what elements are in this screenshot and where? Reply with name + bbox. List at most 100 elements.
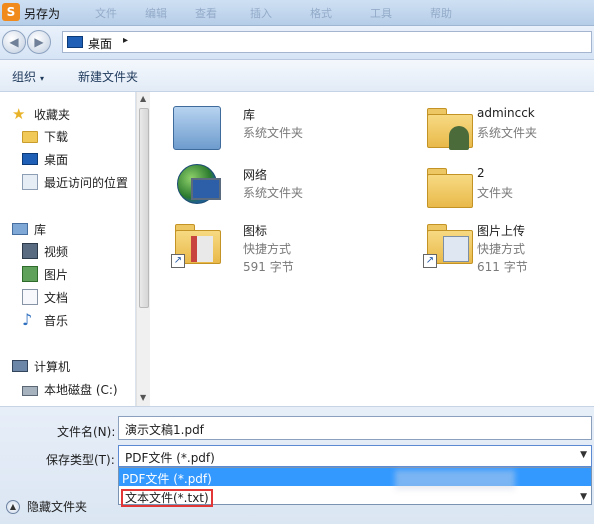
- library-icon: [12, 223, 28, 235]
- sidebar-item-label: 收藏夹: [34, 107, 71, 122]
- sidebar-item-pictures[interactable]: 图片: [22, 264, 68, 284]
- filetype-option-pdf[interactable]: PDF文件 (*.pdf): [119, 468, 591, 486]
- library-folder-icon: [169, 100, 225, 156]
- sidebar-item-label: 桌面: [44, 152, 69, 167]
- chevron-down-icon[interactable]: ▼: [580, 450, 587, 460]
- sidebar-item-music[interactable]: 音乐: [22, 310, 68, 330]
- sidebar-item-videos[interactable]: 视频: [22, 241, 68, 261]
- file-list-scrollbar[interactable]: [584, 92, 594, 406]
- file-type: 快捷方式: [477, 242, 526, 256]
- chevron-down-icon[interactable]: ▼: [580, 492, 587, 502]
- file-item-icons-shortcut[interactable]: ↗ 图标 快捷方式 591 字节: [169, 216, 369, 286]
- file-list: 库 系统文件夹 admincck 系统文件夹 网络 系统文件夹 2 文件夹 ↗ …: [151, 92, 594, 406]
- sidebar-item-local-disk[interactable]: 本地磁盘 (C:): [22, 379, 118, 399]
- hide-folders-toggle[interactable]: ▲ 隐藏文件夹: [6, 498, 87, 515]
- window-title: 另存为: [24, 7, 61, 21]
- filename-input[interactable]: 演示文稿1.pdf: [118, 416, 592, 440]
- scrollbar-thumb[interactable]: [139, 108, 149, 308]
- disk-icon: [22, 386, 38, 396]
- back-button[interactable]: ◀: [2, 30, 26, 54]
- sidebar-item-desktop[interactable]: 桌面: [22, 149, 68, 169]
- music-icon: [22, 312, 38, 328]
- ghost-menu-insert: 插入: [250, 7, 272, 20]
- filetype-selected-value: PDF文件 (*.pdf): [125, 451, 215, 465]
- sidebar-item-computer[interactable]: 计算机: [12, 356, 70, 376]
- arrow-left-icon: ◀: [9, 35, 19, 49]
- recent-places-icon: [22, 174, 38, 190]
- filetype-select[interactable]: PDF文件 (*.pdf) ▼: [118, 445, 592, 467]
- computer-icon: [12, 360, 28, 372]
- file-size: 611 字节: [477, 260, 528, 274]
- file-type: 系统文件夹: [243, 126, 304, 140]
- file-name: 图片上传: [477, 224, 526, 238]
- new-folder-button[interactable]: 新建文件夹: [78, 68, 138, 85]
- address-field[interactable]: 桌面 ▸: [62, 31, 592, 53]
- navigation-scrollbar[interactable]: ▲ ▼: [136, 92, 150, 406]
- folder-icon: [421, 160, 477, 216]
- filetype-dropdown-list: PDF文件 (*.pdf) 文本文件(*.txt) ▼: [118, 467, 592, 507]
- sidebar-item-label: 库: [34, 222, 47, 237]
- title-bar: S 另存为 文件 编辑 查看 插入 格式 工具 帮助: [0, 0, 594, 26]
- file-size: 591 字节: [243, 260, 294, 274]
- file-name: admincck: [477, 106, 535, 120]
- folder-icon: [22, 131, 38, 143]
- toolbar: 组织 ▾ 新建文件夹: [0, 60, 594, 92]
- app-icon: S: [2, 3, 20, 21]
- collapse-up-icon: ▲: [6, 499, 20, 514]
- sidebar-item-favorites[interactable]: 收藏夹: [12, 104, 70, 124]
- ghost-menu-help: 帮助: [430, 7, 452, 20]
- ghost-menu-edit: 编辑: [145, 7, 167, 20]
- arrow-right-icon: ▶: [34, 35, 44, 49]
- hide-folders-label: 隐藏文件夹: [27, 500, 88, 514]
- file-name: 2: [477, 166, 485, 180]
- file-type: 快捷方式: [243, 242, 292, 256]
- ghost-menu-tools: 工具: [370, 7, 392, 20]
- forward-button[interactable]: ▶: [27, 30, 51, 54]
- organize-button[interactable]: 组织 ▾: [12, 68, 44, 85]
- star-icon: [12, 106, 28, 122]
- sidebar-item-label: 计算机: [34, 359, 71, 374]
- address-bar: ◀ ▶ 桌面 ▸: [0, 26, 594, 60]
- desktop-icon: [67, 36, 83, 48]
- file-item-image-upload-shortcut[interactable]: ↗ 图片上传 快捷方式 611 字节: [421, 216, 594, 286]
- sidebar-item-libraries[interactable]: 库: [12, 219, 46, 239]
- filetype-label: 保存类型(T):: [46, 453, 115, 467]
- picture-icon: [22, 266, 38, 282]
- ghost-menu-format: 格式: [310, 7, 332, 20]
- file-type: 文件夹: [477, 186, 514, 200]
- desktop-icon: [22, 153, 38, 165]
- filetype-option-txt[interactable]: 文本文件(*.txt): [119, 487, 591, 507]
- navigation-pane: 收藏夹 下载 桌面 最近访问的位置 库 视频 图片 文档 音乐 计算机 本地磁盘…: [0, 92, 136, 406]
- scroll-down-icon[interactable]: ▼: [140, 393, 146, 402]
- sidebar-item-label: 文档: [44, 290, 69, 305]
- sidebar-item-recent[interactable]: 最近访问的位置: [22, 172, 128, 192]
- user-folder-icon: [421, 100, 477, 156]
- chevron-down-icon: ▾: [40, 74, 45, 83]
- sidebar-item-label: 下载: [44, 129, 69, 144]
- sidebar-item-downloads[interactable]: 下载: [22, 126, 68, 146]
- file-name: 图标: [243, 224, 268, 238]
- ghost-menu-view: 查看: [195, 7, 217, 20]
- blur-artifact: [395, 470, 515, 490]
- sidebar-item-label: 视频: [44, 244, 69, 259]
- file-name: 网络: [243, 168, 268, 182]
- filename-label: 文件名(N):: [57, 425, 116, 439]
- network-globe-icon: [169, 160, 225, 216]
- ghost-menu-file: 文件: [95, 7, 117, 20]
- breadcrumb-desktop[interactable]: 桌面: [88, 35, 112, 52]
- scroll-up-icon[interactable]: ▲: [140, 94, 146, 103]
- document-icon: [22, 289, 38, 305]
- shortcut-folder-icon: ↗: [169, 216, 225, 272]
- file-type: 系统文件夹: [477, 126, 538, 140]
- sidebar-item-label: 本地磁盘 (C:): [44, 382, 118, 397]
- organize-label: 组织: [12, 70, 37, 84]
- sidebar-item-label: 图片: [44, 267, 69, 282]
- file-name: 库: [243, 108, 256, 122]
- sidebar-item-label: 音乐: [44, 313, 69, 328]
- breadcrumb-chevron-icon[interactable]: ▸: [123, 35, 128, 46]
- video-icon: [22, 243, 38, 259]
- file-type: 系统文件夹: [243, 186, 304, 200]
- sidebar-item-documents[interactable]: 文档: [22, 287, 68, 307]
- shortcut-folder-icon: ↗: [421, 216, 477, 272]
- save-form: 文件名(N): 演示文稿1.pdf 保存类型(T): PDF文件 (*.pdf)…: [0, 406, 594, 524]
